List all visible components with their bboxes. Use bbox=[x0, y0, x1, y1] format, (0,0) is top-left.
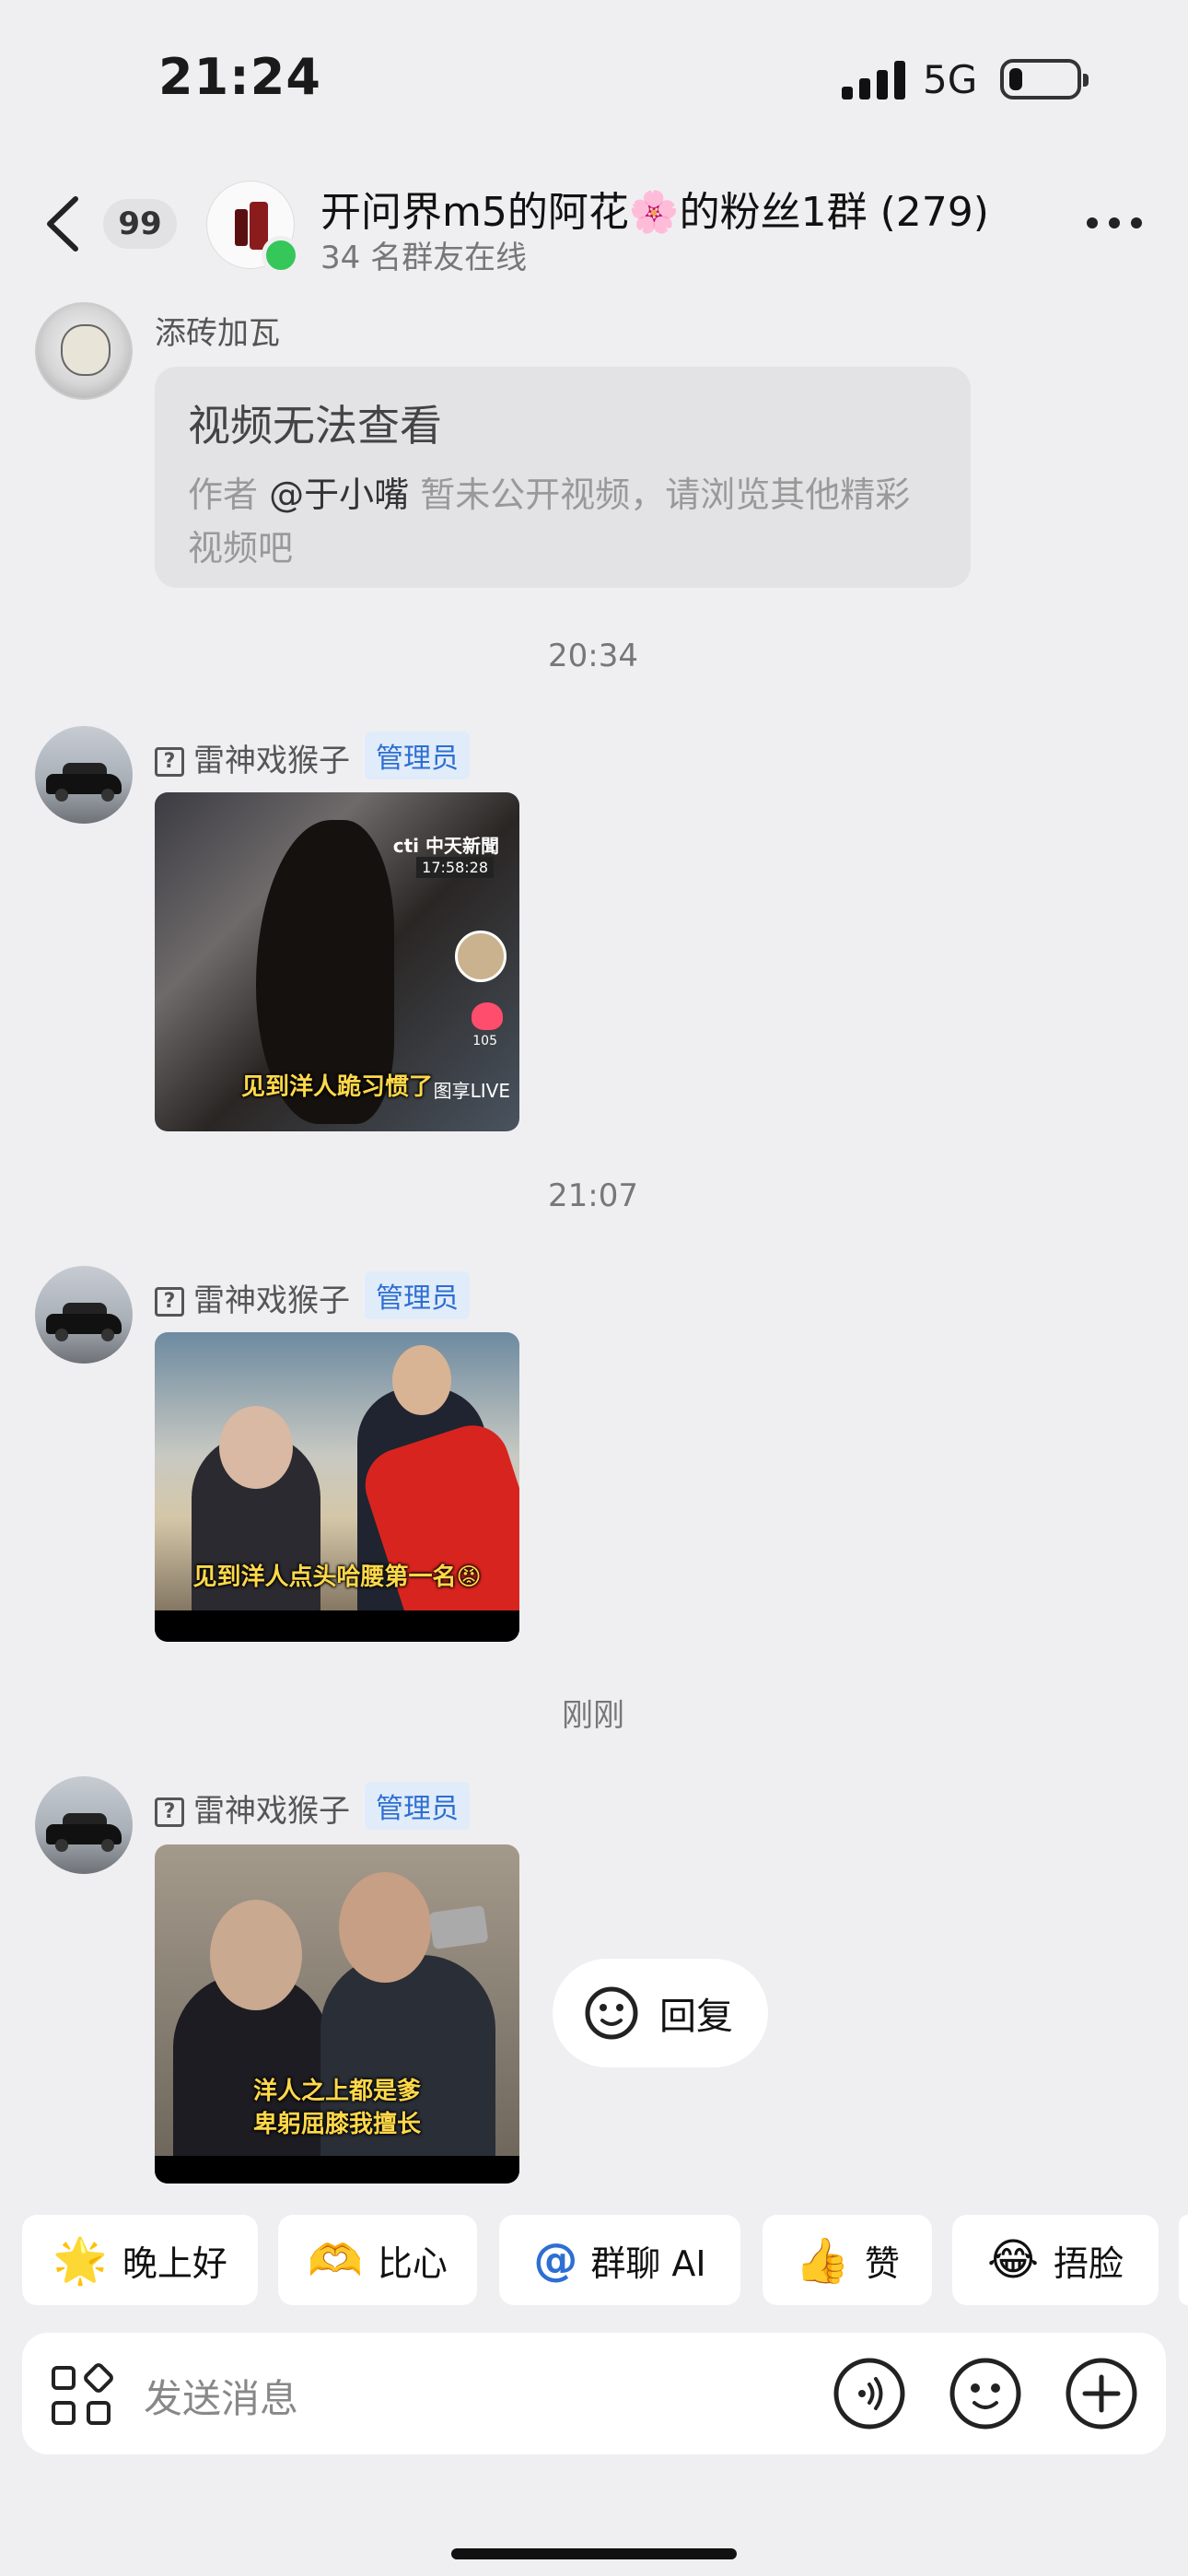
video-clock: 17:58:28 bbox=[416, 857, 494, 878]
time-divider: 20:34 bbox=[548, 638, 638, 674]
network-label: 5G bbox=[923, 57, 978, 102]
reply-button[interactable]: 回复 bbox=[553, 1959, 768, 2067]
sender-row: ? 雷神戏猴子 管理员 bbox=[155, 732, 470, 780]
heart-hands-icon: 🫶 bbox=[308, 2234, 363, 2287]
avatar[interactable] bbox=[35, 1266, 133, 1364]
admin-badge: 管理员 bbox=[365, 1271, 470, 1319]
quick-reply-chip-overflow[interactable] bbox=[1179, 2215, 1188, 2305]
video-thumbnail[interactable]: 见到洋人点头哈腰第一名😡 bbox=[155, 1332, 519, 1642]
video-caption-line-1: 洋人之上都是爹 bbox=[252, 2078, 421, 2105]
sender-name: 雷神戏猴子 bbox=[193, 1282, 350, 1319]
quick-reply-chip[interactable]: 😂 捂脸 bbox=[952, 2215, 1159, 2305]
card-title: 视频无法查看 bbox=[188, 401, 442, 451]
home-indicator[interactable] bbox=[451, 2548, 737, 2559]
admin-badge: 管理员 bbox=[365, 732, 470, 779]
video-caption-line-2: 卑躬屈膝我擅长 bbox=[252, 2111, 421, 2138]
creator-avatar bbox=[455, 931, 507, 982]
sender-name: 雷神戏猴子 bbox=[193, 1793, 350, 1830]
quick-reply-chip[interactable]: 👍 赞 bbox=[763, 2215, 932, 2305]
sender-row: ? 雷神戏猴子 管理员 bbox=[155, 1271, 470, 1320]
question-icon: ? bbox=[155, 747, 184, 777]
status-time: 21:24 bbox=[158, 48, 321, 106]
video-unavailable-card[interactable]: 视频无法查看 作者 @于小嘴 暂未公开视频，请浏览其他精彩视频吧 bbox=[155, 367, 971, 588]
message-input[interactable]: 发送消息 bbox=[144, 2368, 298, 2424]
sender-name: 雷神戏猴子 bbox=[193, 743, 350, 779]
apps-icon[interactable] bbox=[52, 2360, 116, 2427]
heart-icon bbox=[472, 1002, 503, 1030]
admin-badge: 管理员 bbox=[365, 1782, 470, 1830]
card-description: 作者 @于小嘴 暂未公开视频，请浏览其他精彩视频吧 bbox=[188, 474, 911, 568]
question-icon: ? bbox=[155, 1287, 184, 1317]
sender-name: 添砖加瓦 bbox=[155, 315, 280, 352]
video-thumbnail[interactable]: 洋人之上都是爹 卑躬屈膝我擅长 bbox=[155, 1844, 519, 2184]
channel-logo: cti 中天新聞 bbox=[392, 835, 499, 857]
corner-label: 图享LIVE bbox=[433, 1080, 510, 1102]
smile-icon bbox=[585, 1986, 638, 2040]
time-divider: 刚刚 bbox=[562, 1697, 624, 1734]
voice-icon[interactable] bbox=[833, 2357, 906, 2430]
star-icon: 🌟 bbox=[52, 2234, 108, 2287]
back-icon[interactable] bbox=[44, 195, 81, 252]
author-mention[interactable]: @于小嘴 bbox=[269, 474, 409, 515]
unread-badge[interactable]: 99 bbox=[103, 199, 177, 249]
quick-reply-chip[interactable]: 🫶 比心 bbox=[278, 2215, 477, 2305]
battery-icon bbox=[1000, 59, 1089, 100]
add-icon[interactable] bbox=[1065, 2357, 1138, 2430]
facepalm-icon: 😂 bbox=[986, 2234, 1040, 2286]
at-icon: @ bbox=[533, 2234, 578, 2286]
avatar[interactable] bbox=[35, 726, 133, 824]
video-caption: 见到洋人点头哈腰第一名😡 bbox=[192, 1563, 482, 1591]
question-icon: ? bbox=[155, 1797, 184, 1827]
online-count: 34 名群友在线 bbox=[320, 240, 528, 276]
emoji-icon[interactable] bbox=[949, 2357, 1022, 2430]
thumbs-up-icon: 👍 bbox=[795, 2234, 850, 2287]
avatar[interactable] bbox=[35, 1776, 133, 1874]
more-icon[interactable] bbox=[1087, 217, 1142, 232]
reply-label: 回复 bbox=[659, 1996, 733, 2038]
video-thumbnail[interactable]: cti 中天新聞 17:58:28 105 见到洋人跪习惯了 图享LIVE bbox=[155, 792, 519, 1131]
online-indicator bbox=[262, 236, 300, 275]
time-divider: 21:07 bbox=[548, 1177, 638, 1214]
like-count: 105 bbox=[472, 1034, 497, 1048]
quick-reply-chip[interactable]: @ 群聊 AI bbox=[499, 2215, 740, 2305]
signal-icon bbox=[842, 61, 905, 100]
group-title[interactable]: 开问界m5的阿花🌸的粉丝1群 (279) bbox=[320, 179, 989, 238]
sender-row: ? 雷神戏猴子 管理员 bbox=[155, 1782, 470, 1831]
avatar[interactable] bbox=[35, 302, 133, 400]
quick-reply-chip[interactable]: 🌟 晚上好 bbox=[22, 2215, 258, 2305]
